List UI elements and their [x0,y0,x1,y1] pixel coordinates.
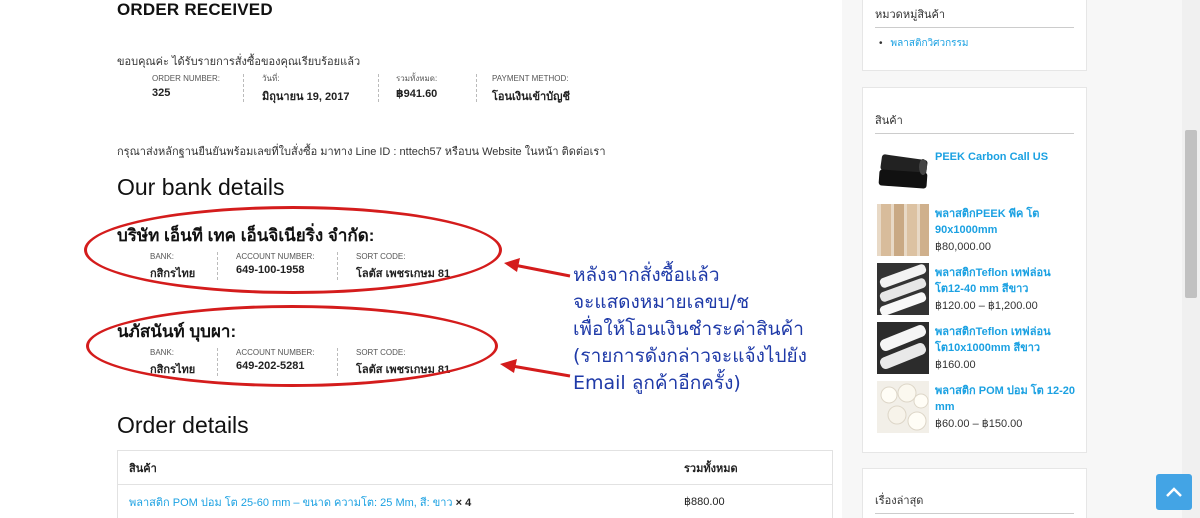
bank-name-field: BANK: กสิกรไทย [150,252,218,280]
table-header-row: สินค้า รวมทั้งหมด [118,451,832,485]
scrollbar-thumb[interactable] [1185,130,1197,298]
product-item[interactable]: พลาสติกPEEK พีค โต 90x1000mm ฿80,000.00 [877,204,1077,260]
arrow-icon [504,258,571,278]
product-thumbnail[interactable] [877,322,929,374]
product-cell: พลาสติก POM ปอม โต 25-60 mm – ขนาด ความโ… [118,493,684,511]
product-name[interactable]: พลาสติกPEEK พีค โต 90x1000mm [935,206,1075,238]
recent-posts-widget: เรื่องล่าสุด [862,468,1087,518]
product-price: ฿160.00 [935,359,976,371]
table-row: พลาสติก POM ปอม โต 25-60 mm – ขนาด ความโ… [118,485,832,518]
product-name[interactable]: พลาสติกTeflon เทฟล่อน โต12-40 mm สีขาว [935,265,1075,297]
product-name[interactable]: พลาสติก POM ปอม โต 12-20 mm [935,383,1075,415]
category-list: พลาสติกวิศวกรรม [863,28,1086,51]
bank-name-field: BANK: กสิกรไทย [150,348,218,376]
overview-total: รวมทั้งหมด: ฿941.60 [379,74,477,102]
product-price: ฿60.00 – ฿150.00 [935,418,1023,430]
product-link[interactable]: พลาสติก POM ปอม โต 25-60 mm – ขนาด ความโ… [129,497,453,509]
overview-payment-method: PAYMENT METHOD: โอนเงินเข้าบัญชี [492,74,570,103]
product-item[interactable]: พลาสติกTeflon เทฟล่อน โต10x1000mm สีขาว … [877,322,1077,378]
product-item[interactable]: PEEK Carbon Call US [877,147,1077,203]
bank-details-heading: Our bank details [117,174,285,200]
account-number-field: ACCOUNT NUMBER: 649-100-1958 [218,252,338,280]
product-item[interactable]: พลาสติก POM ปอม โต 12-20 mm ฿60.00 – ฿15… [877,381,1077,437]
product-name[interactable]: พลาสติกTeflon เทฟล่อน โต10x1000mm สีขาว [935,324,1075,356]
product-thumbnail[interactable] [877,263,929,315]
annotation-text: หลังจากสั่งซื้อแล้ว จะแสดงหมายเลขบ/ช เพื… [573,264,807,394]
category-item[interactable]: พลาสติกวิศวกรรม [879,36,1086,51]
product-price: ฿120.00 – ฿1,200.00 [935,300,1038,312]
sort-code-field: SORT CODE: โลตัส เพชรเกษม 81 [356,252,451,280]
line-total: ฿880.00 [684,496,725,508]
order-details-table: สินค้า รวมทั้งหมด พลาสติก POM ปอม โต 25-… [117,450,833,518]
products-title: สินค้า [875,111,1074,134]
arrow-icon [500,359,571,378]
bank-account-name: บริษัท เอ็นที เทค เอ็นจิเนียริ่ง จำกัด: [117,226,375,245]
product-thumbnail[interactable] [877,204,929,256]
bank-account-details: BANK: กสิกรไทย ACCOUNT NUMBER: 649-100-1… [150,252,450,280]
sort-code-field: SORT CODE: โลตัส เพชรเกษม 81 [356,348,451,376]
column-header-total: รวมทั้งหมด [684,462,738,475]
bank-account-name: นภัสนันท์ บุบผา: [117,322,237,341]
chevron-up-icon [1166,487,1182,497]
categories-title: หมวดหมู่สินค้า [875,5,1074,28]
product-thumbnail[interactable] [877,381,929,433]
categories-widget: หมวดหมู่สินค้า พลาสติกวิศวกรรม [862,0,1087,71]
product-quantity: × 4 [455,496,472,509]
recent-posts-title: เรื่องล่าสุด [875,491,1074,514]
order-details-heading: Order details [117,412,249,438]
product-thumbnail[interactable] [877,147,929,199]
products-widget: สินค้า PEEK Carbon Call US พลาสติกPEEK พ… [862,87,1087,453]
bank-account-details: BANK: กสิกรไทย ACCOUNT NUMBER: 649-202-5… [150,348,450,376]
thank-you-message: ขอบคุณค่ะ ได้รับรายการสั่งซื้อของคุณเรีย… [117,56,361,68]
overview-date: วันที่: มิถุนายน 19, 2017 [244,74,379,103]
account-number-field: ACCOUNT NUMBER: 649-202-5281 [218,348,338,376]
product-item[interactable]: พลาสติกTeflon เทฟล่อน โต12-40 mm สีขาว ฿… [877,263,1077,319]
product-name[interactable]: PEEK Carbon Call US [935,149,1075,165]
payment-instructions: กรุณาส่งหลักฐานยืนยันพร้อมเลขที่ใบสั่งซื… [117,146,606,158]
column-header-product: สินค้า [129,462,157,475]
order-overview: ORDER NUMBER: 325 วันที่: มิถุนายน 19, 2… [117,74,588,103]
order-received-title: ORDER RECEIVED [117,0,273,19]
overview-order-number: ORDER NUMBER: 325 [117,74,244,102]
product-price: ฿80,000.00 [935,241,991,253]
back-to-top-button[interactable] [1156,474,1192,510]
